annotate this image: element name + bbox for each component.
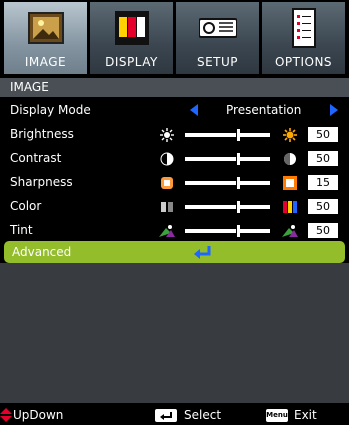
- advanced-label: Advanced: [12, 245, 72, 259]
- row-contrast[interactable]: Contrast 50: [0, 148, 349, 170]
- brightness-low-icon: [160, 128, 174, 142]
- brightness-label: Brightness: [10, 127, 74, 141]
- menu-key-icon: Menu: [266, 409, 288, 422]
- tab-setup-label: SETUP: [196, 55, 239, 69]
- projector-icon: [199, 18, 237, 38]
- tab-display-label: DISPLAY: [105, 55, 158, 69]
- color-high-icon: [283, 201, 297, 213]
- projector-osd-menu: IMAGE DISPLAY SETUP OPTIONS IMAGE Displa…: [0, 0, 349, 425]
- sharpness-label: Sharpness: [10, 175, 73, 189]
- tab-setup[interactable]: SETUP: [176, 2, 259, 74]
- menu-panel-background: [0, 263, 349, 403]
- arrow-right-icon[interactable]: [330, 104, 338, 116]
- footer-updown-label: UpDown: [13, 408, 64, 422]
- row-display-mode[interactable]: Display Mode Presentation: [0, 100, 349, 122]
- tint-slider-knob[interactable]: [236, 225, 240, 237]
- row-sharpness[interactable]: Sharpness 15: [0, 172, 349, 194]
- color-slider[interactable]: [185, 205, 270, 209]
- sharpness-high-icon: [283, 176, 297, 190]
- row-color[interactable]: Color 50: [0, 196, 349, 218]
- brightness-high-icon: [283, 128, 297, 142]
- section-title: IMAGE: [0, 78, 349, 97]
- color-low-icon: [161, 202, 173, 212]
- up-down-arrow-icon: [0, 408, 12, 422]
- tab-bar: IMAGE DISPLAY SETUP OPTIONS: [4, 2, 345, 74]
- enter-key-icon: [155, 409, 177, 422]
- contrast-high-icon: [284, 153, 296, 165]
- brightness-slider-knob[interactable]: [236, 129, 240, 141]
- image-icon: [28, 12, 64, 44]
- enter-icon: [194, 246, 211, 259]
- tab-options-label: OPTIONS: [274, 55, 333, 69]
- contrast-slider-knob[interactable]: [236, 153, 240, 165]
- row-brightness[interactable]: Brightness 50: [0, 124, 349, 146]
- color-label: Color: [10, 199, 42, 213]
- tint-low-icon: [159, 225, 175, 237]
- sharpness-low-icon: [161, 177, 173, 189]
- footer-bar: UpDown Select Menu Exit: [0, 404, 349, 425]
- tint-label: Tint: [10, 223, 33, 237]
- arrow-left-icon[interactable]: [190, 104, 198, 116]
- contrast-value: 50: [308, 151, 338, 166]
- contrast-label: Contrast: [10, 151, 62, 165]
- tab-image-label: IMAGE: [24, 55, 67, 69]
- footer-exit-label: Exit: [294, 408, 317, 422]
- tint-value: 50: [308, 223, 338, 238]
- sharpness-value: 15: [308, 175, 338, 190]
- contrast-slider[interactable]: [185, 157, 270, 161]
- options-icon: [292, 8, 316, 48]
- sharpness-slider[interactable]: [185, 181, 270, 185]
- footer-select-label: Select: [184, 408, 222, 422]
- brightness-slider[interactable]: [185, 133, 270, 137]
- tint-high-icon: [282, 225, 298, 237]
- advanced-item[interactable]: Advanced: [4, 241, 345, 263]
- tab-image[interactable]: IMAGE: [4, 2, 87, 74]
- row-tint[interactable]: Tint 50: [0, 220, 349, 242]
- tab-options[interactable]: OPTIONS: [262, 2, 345, 74]
- brightness-value: 50: [308, 127, 338, 142]
- tint-slider[interactable]: [185, 229, 270, 233]
- color-slider-knob[interactable]: [236, 201, 240, 213]
- tab-display[interactable]: DISPLAY: [90, 2, 173, 74]
- display-icon: [115, 11, 149, 45]
- color-value: 50: [308, 199, 338, 214]
- display-mode-value: Presentation: [226, 103, 302, 117]
- display-mode-label: Display Mode: [10, 103, 91, 117]
- sharpness-slider-knob[interactable]: [236, 177, 240, 189]
- contrast-low-icon: [160, 152, 174, 166]
